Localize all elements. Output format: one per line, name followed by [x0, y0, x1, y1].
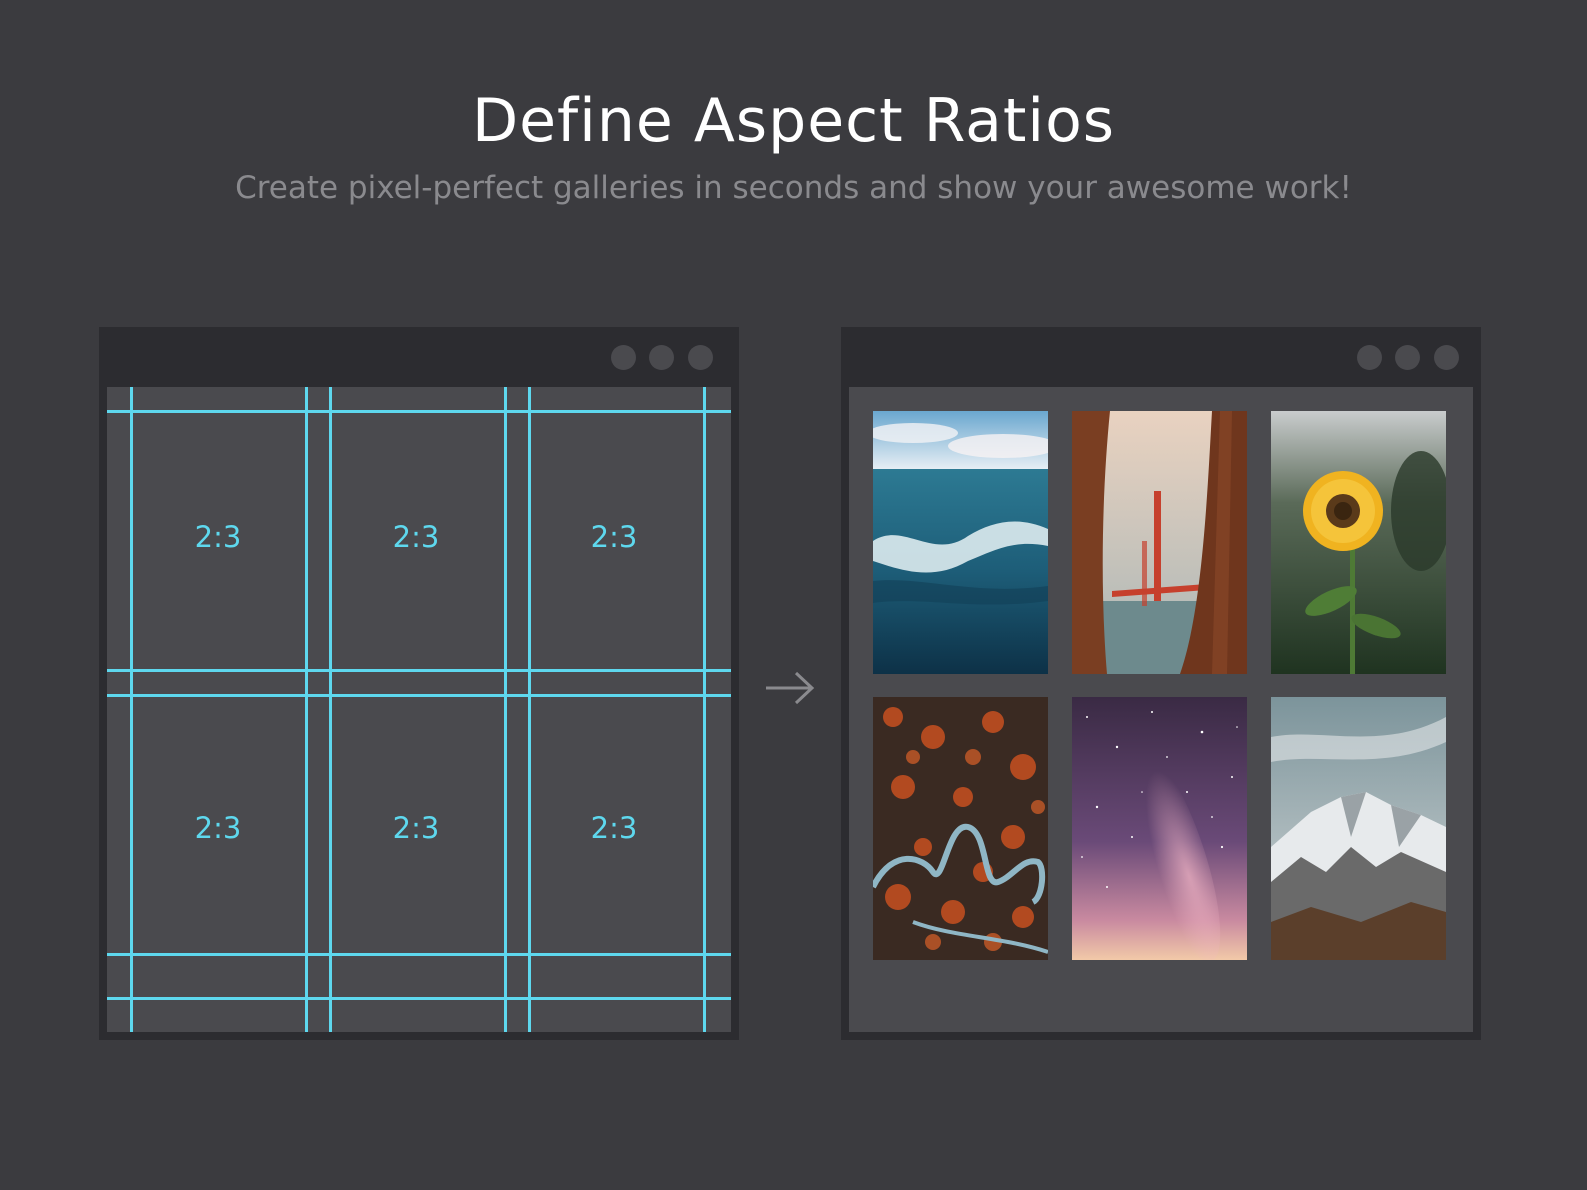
golden-gate-bridge-photo[interactable] — [1072, 411, 1247, 674]
guide-line — [107, 953, 731, 956]
page-title: Define Aspect Ratios — [471, 86, 1116, 156]
guide-line — [107, 410, 731, 413]
aspect-ratio-label: 2:3 — [194, 811, 242, 845]
aspect-ratio-label: 2:3 — [194, 520, 242, 554]
guide-line — [107, 669, 731, 672]
snowy-mountain-photo[interactable] — [1271, 697, 1446, 960]
guide-line — [703, 387, 706, 1032]
grid-canvas: 2:3 2:3 2:3 2:3 2:3 2:3 — [107, 387, 731, 1032]
sunflower-photo[interactable] — [1271, 411, 1446, 674]
aspect-ratio-label: 2:3 — [590, 811, 638, 845]
window-dot-icon[interactable] — [688, 345, 713, 370]
guide-line — [130, 387, 133, 1032]
gallery-window — [841, 327, 1481, 1040]
guide-line — [305, 387, 308, 1032]
window-dot-icon[interactable] — [649, 345, 674, 370]
guide-line — [528, 387, 531, 1032]
window-dot-icon[interactable] — [611, 345, 636, 370]
ocean-wave-photo[interactable] — [873, 411, 1048, 674]
window-titlebar — [99, 327, 739, 387]
guide-line — [107, 694, 731, 697]
window-dot-icon[interactable] — [1395, 345, 1420, 370]
aspect-ratio-label: 2:3 — [590, 520, 638, 554]
milky-way-sky-photo[interactable] — [1072, 697, 1247, 960]
window-dot-icon[interactable] — [1434, 345, 1459, 370]
aspect-ratio-label: 2:3 — [392, 811, 440, 845]
window-titlebar — [841, 327, 1481, 387]
guide-line — [107, 997, 731, 1000]
guide-line — [329, 387, 332, 1032]
gallery-canvas — [849, 387, 1473, 1032]
window-dot-icon[interactable] — [1357, 345, 1382, 370]
page-subtitle: Create pixel-perfect galleries in second… — [235, 170, 1352, 206]
grid-window: 2:3 2:3 2:3 2:3 2:3 2:3 — [99, 327, 739, 1040]
aspect-ratio-label: 2:3 — [392, 520, 440, 554]
arrow-right-icon — [766, 671, 815, 705]
winding-road-forest-photo[interactable] — [873, 697, 1048, 960]
guide-line — [504, 387, 507, 1032]
